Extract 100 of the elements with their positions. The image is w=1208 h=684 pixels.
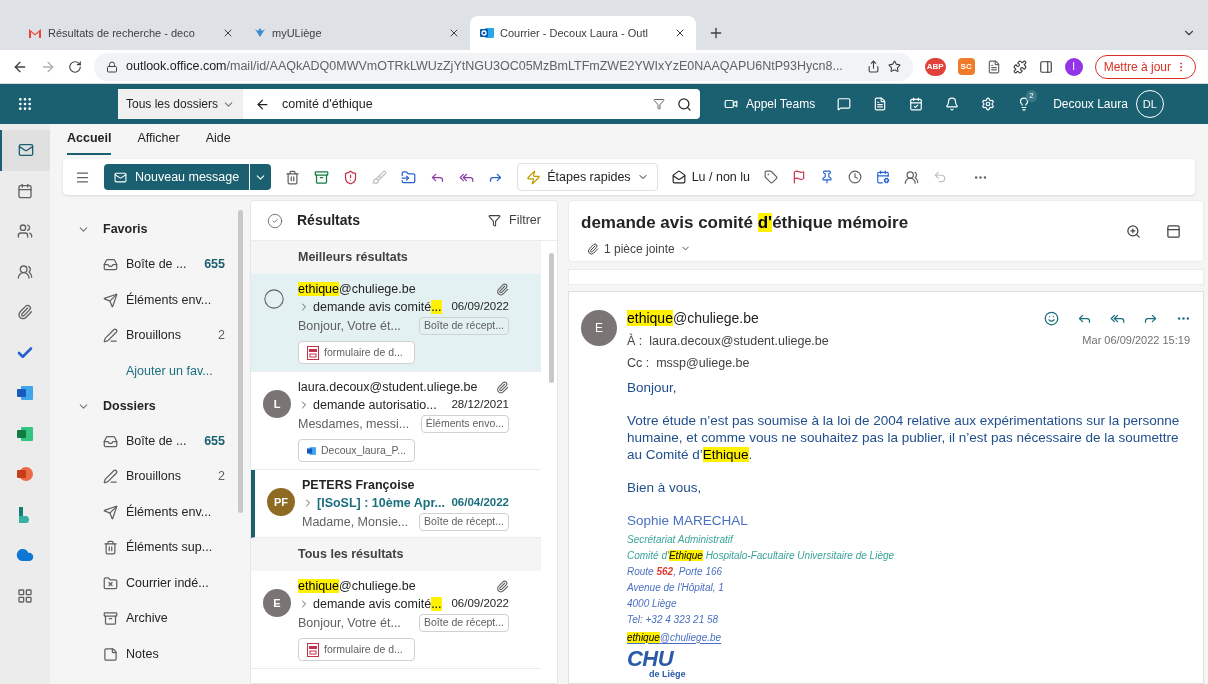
- search-icon[interactable]: [677, 96, 692, 112]
- folder-item[interactable]: Archive: [77, 601, 245, 637]
- group-icon[interactable]: [904, 169, 919, 185]
- flag-icon[interactable]: [792, 170, 806, 184]
- message-subject: [ISoSL] : 10ème Apr...: [317, 494, 446, 512]
- tag-icon[interactable]: [764, 170, 778, 184]
- document-icon[interactable]: [873, 97, 888, 111]
- folder-item[interactable]: Brouillons 2: [77, 459, 245, 495]
- folder-section-header[interactable]: Favoris: [77, 212, 245, 247]
- extension-badge[interactable]: ABP: [924, 57, 946, 76]
- app-launcher-icon[interactable]: [17, 96, 33, 112]
- close-icon[interactable]: [448, 27, 460, 39]
- message-item[interactable]: PF PETERS Françoise [ISoSL] : 10ème Apr... 06/04/2022 Madame, Monsie... Boîte de récept...: [251, 470, 541, 538]
- apps-icon[interactable]: [17, 587, 33, 604]
- browser-tab[interactable]: Résultats de recherche - deco: [18, 16, 244, 50]
- recipient-line: À : laura.decoux@student.uliege.be: [627, 332, 829, 350]
- report-icon[interactable]: [343, 169, 359, 185]
- document-icon[interactable]: [986, 59, 1001, 74]
- search-bar[interactable]: Tous les dossiers comité d'éthique: [118, 89, 700, 119]
- hospital-logo: CHU de Liège: [627, 647, 687, 679]
- attachment-chip[interactable]: Decoux_laura_P...: [298, 439, 415, 462]
- folder-item[interactable]: Boîte de ... 655: [77, 423, 245, 459]
- rail-item[interactable]: [0, 130, 50, 171]
- people-icon[interactable]: [17, 223, 33, 240]
- zoom-icon[interactable]: [1126, 224, 1141, 239]
- powerpoint-icon[interactable]: [17, 466, 33, 483]
- profile-avatar[interactable]: I: [1064, 57, 1083, 76]
- filter-icon: [488, 214, 502, 227]
- send-icon: [103, 292, 118, 308]
- close-icon[interactable]: [674, 27, 686, 39]
- delete-icon[interactable]: [285, 169, 301, 185]
- send-icon: [103, 504, 118, 520]
- folder-item[interactable]: Boîte de ... 655: [77, 247, 245, 283]
- folder-item[interactable]: Courrier indé...: [77, 565, 245, 601]
- results-title: Résultats: [297, 211, 362, 230]
- reload-icon[interactable]: [68, 59, 82, 74]
- share-icon[interactable]: [866, 60, 880, 73]
- teams-call-button[interactable]: Appel Teams: [724, 95, 816, 113]
- paperclip-icon: [496, 380, 509, 394]
- menu-icon[interactable]: [75, 169, 90, 185]
- rules-icon[interactable]: [876, 170, 890, 184]
- filter-icon[interactable]: [653, 98, 665, 110]
- results-section-header: Tous les résultats: [251, 538, 541, 571]
- emoji-icon[interactable]: [1044, 311, 1059, 326]
- ribbon-tab[interactable]: Afficher: [137, 129, 180, 155]
- attachment-chip[interactable]: formulaire de d...: [298, 638, 415, 661]
- message-item[interactable]: ethique@chuliege.be demande avis comité... 06/09/2022 Bonjour, Votre ét... Boîte de récept... formulaire de d...: [251, 274, 541, 372]
- inbox-icon: [103, 433, 118, 449]
- message-sender: ethique@chuliege.be: [298, 280, 416, 298]
- ribbon-tab[interactable]: Accueil: [67, 129, 112, 155]
- chat-icon[interactable]: [837, 97, 852, 111]
- calendar-icon[interactable]: [909, 97, 924, 111]
- search-field[interactable]: comité d'éthique: [282, 94, 653, 114]
- close-icon[interactable]: [222, 27, 234, 39]
- settings-icon[interactable]: [981, 97, 996, 111]
- select-all-icon[interactable]: [267, 212, 283, 229]
- message-preview: Bonjour, Votre ét...: [298, 614, 401, 632]
- new-message-dropdown[interactable]: [250, 164, 272, 190]
- excel-icon[interactable]: [17, 425, 33, 442]
- popout-icon[interactable]: [1166, 224, 1181, 239]
- back-icon[interactable]: [255, 96, 271, 112]
- avatar: E: [263, 589, 291, 617]
- read-unread-button[interactable]: Lu / non lu: [671, 167, 750, 187]
- folder-item[interactable]: Brouillons 2: [77, 318, 245, 354]
- mail-icon[interactable]: [18, 142, 34, 159]
- side-panel-icon[interactable]: [1038, 59, 1053, 74]
- clock-icon[interactable]: [848, 170, 862, 184]
- move-icon[interactable]: [401, 169, 417, 185]
- group-icon[interactable]: [17, 263, 33, 280]
- calendar-icon[interactable]: [17, 182, 33, 199]
- filter-button[interactable]: Filtrer: [488, 211, 541, 230]
- sender-avatar: E: [581, 310, 617, 346]
- folder-item[interactable]: Notes: [77, 636, 245, 672]
- browser-tab[interactable]: myULiège: [244, 16, 470, 50]
- paperclip-icon[interactable]: [17, 304, 33, 321]
- attachment-chip[interactable]: formulaire de d...: [298, 341, 415, 364]
- notification-icon[interactable]: [945, 97, 960, 111]
- message-subject: demande avis comité...: [313, 595, 442, 613]
- folder-item[interactable]: Éléments env...: [77, 282, 245, 318]
- folder-section-header[interactable]: Dossiers: [77, 388, 245, 424]
- archive-icon[interactable]: [314, 169, 330, 185]
- bookmark-icon[interactable]: [887, 60, 901, 73]
- select-circle-icon[interactable]: [263, 288, 285, 310]
- browser-tab[interactable]: Courrier - Decoux Laura - Outl: [470, 16, 696, 50]
- folder-item[interactable]: Éléments env...: [77, 494, 245, 530]
- pencil-icon: [103, 469, 118, 485]
- bookings-icon[interactable]: [18, 506, 32, 523]
- add-favorite-link[interactable]: Ajouter un fav...: [126, 361, 213, 381]
- pin-icon[interactable]: [820, 170, 834, 184]
- quick-steps-button[interactable]: Étapes rapides: [517, 163, 658, 191]
- address-field[interactable]: outlook.office.com/mail/id/AAQkADQ0MWVmOTRkLWUzZjYtNGU3OC05MzBmLTFmZWE2YWIxYzE0NAAQAPU6NtP93Hycn8...: [94, 52, 913, 81]
- email-subject: demande avis comité d'éthique mémoire: [581, 212, 910, 234]
- scope-dropdown[interactable]: Tous les dossiers: [118, 89, 244, 119]
- new-tab-icon[interactable]: [708, 25, 724, 41]
- attachments-toggle[interactable]: 1 pièce jointe: [587, 239, 691, 258]
- new-message-button[interactable]: Nouveau message: [104, 164, 250, 190]
- word-icon[interactable]: [17, 385, 33, 402]
- ribbon-tab[interactable]: Aide: [205, 129, 231, 155]
- extensions-icon[interactable]: [1012, 59, 1027, 74]
- folder-item[interactable]: Éléments sup...: [77, 530, 245, 566]
